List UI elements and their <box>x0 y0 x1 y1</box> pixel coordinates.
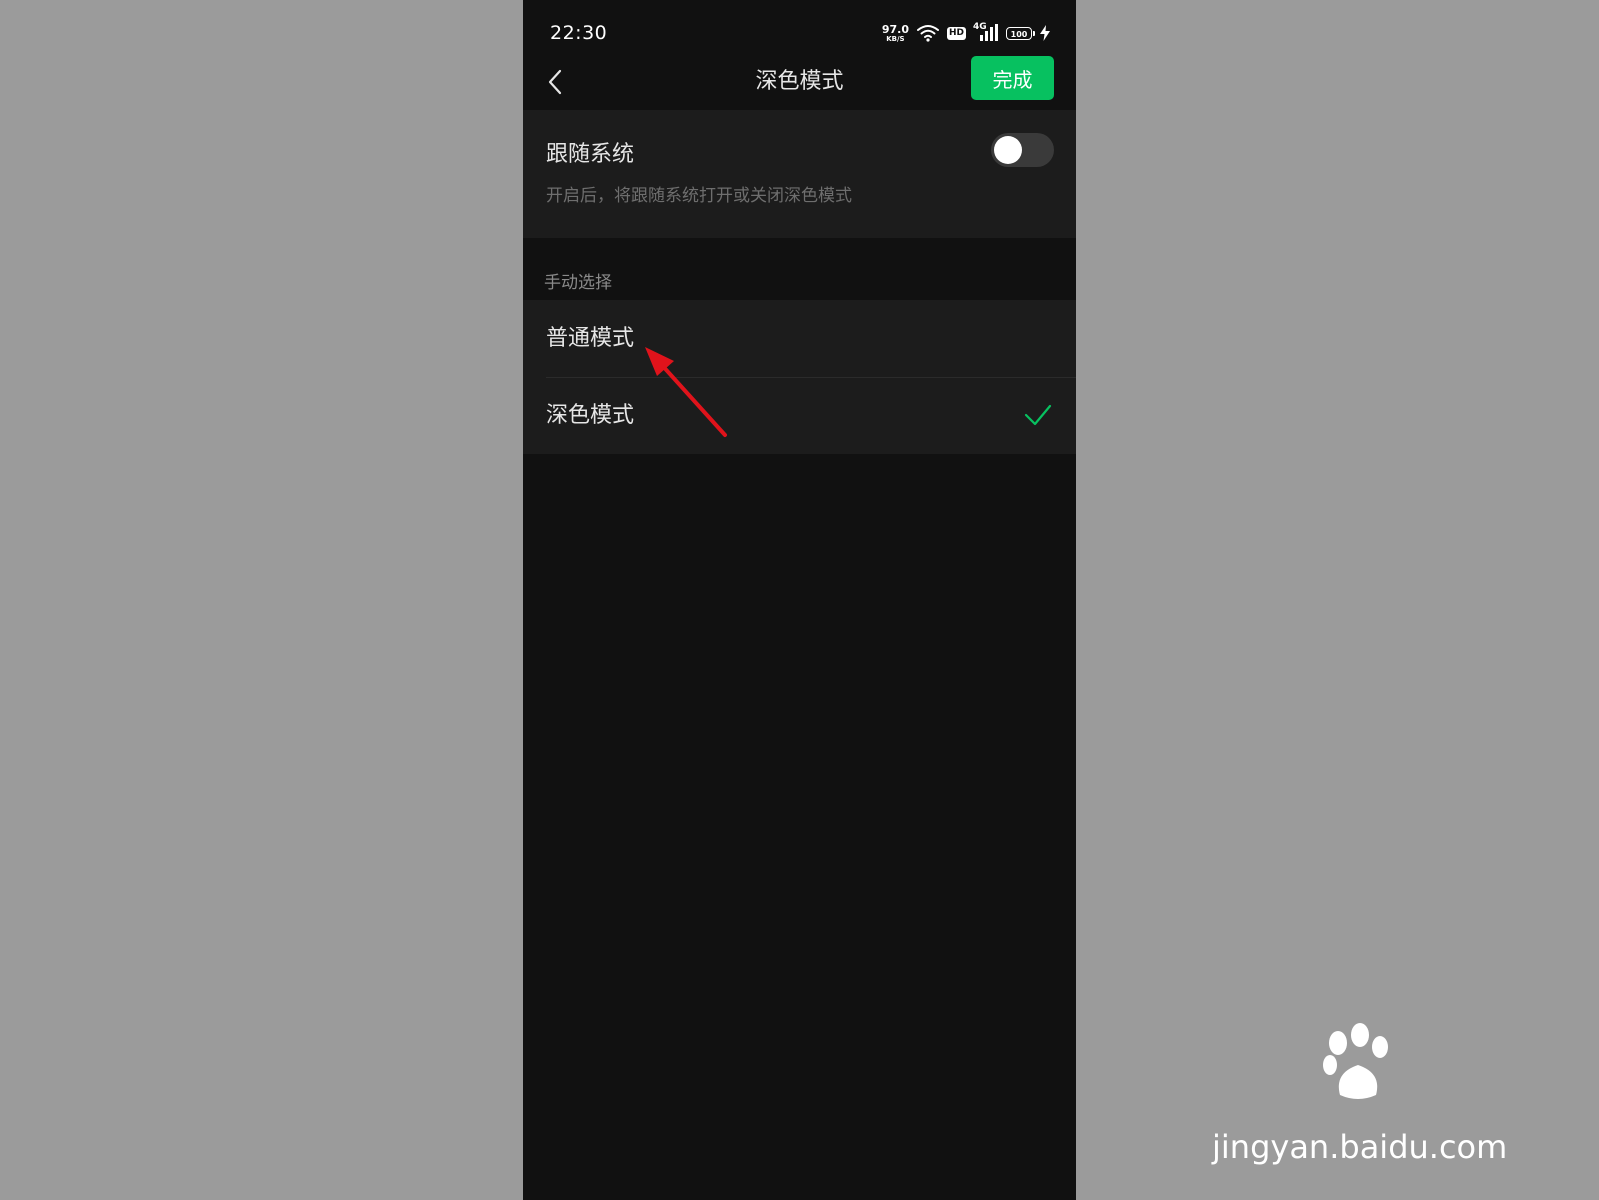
network-type: 4G <box>973 22 987 32</box>
mode-options-list: 普通模式 深色模式 <box>523 300 1076 454</box>
follow-system-description: 开启后，将跟随系统打开或关闭深色模式 <box>546 186 852 206</box>
network-speed-unit: KB/S <box>886 34 905 43</box>
wifi-icon <box>916 25 939 42</box>
battery-icon: 100 <box>1006 26 1035 40</box>
manual-section-label: 手动选择 <box>544 273 612 293</box>
follow-system-toggle[interactable] <box>991 133 1054 167</box>
phone-screen: 22:30 97.0 KB/S HD 4G 100 深色模式 完成 跟随系统 开… <box>523 0 1076 1200</box>
checkmark-icon <box>1024 404 1052 426</box>
follow-system-title: 跟随系统 <box>546 142 635 167</box>
navigation-bar: 深色模式 完成 <box>523 56 1076 110</box>
charging-icon <box>1040 25 1050 41</box>
paw-logo-icon <box>1323 1023 1388 1099</box>
baidu-watermark: jingyan.baidu.com <box>1212 1023 1522 1175</box>
hd-icon: HD <box>946 26 966 40</box>
status-time: 22:30 <box>550 22 608 44</box>
status-icons: 97.0 KB/S HD 4G 100 <box>882 22 1050 44</box>
network-speed-value: 97.0 <box>881 22 909 36</box>
network-speed: 97.0 KB/S <box>882 24 909 43</box>
option-label: 深色模式 <box>546 403 635 428</box>
signal-icon: 4G <box>973 22 998 42</box>
follow-system-card: 跟随系统 开启后，将跟随系统打开或关闭深色模式 <box>523 110 1076 238</box>
option-label: 普通模式 <box>546 326 635 351</box>
option-dark-mode[interactable]: 深色模式 <box>523 377 1076 454</box>
watermark-url: jingyan.baidu.com <box>1212 1128 1508 1166</box>
toggle-knob <box>994 136 1022 164</box>
status-bar: 22:30 97.0 KB/S HD 4G 100 <box>523 0 1076 58</box>
option-normal-mode[interactable]: 普通模式 <box>523 300 1076 377</box>
done-button[interactable]: 完成 <box>971 56 1054 100</box>
